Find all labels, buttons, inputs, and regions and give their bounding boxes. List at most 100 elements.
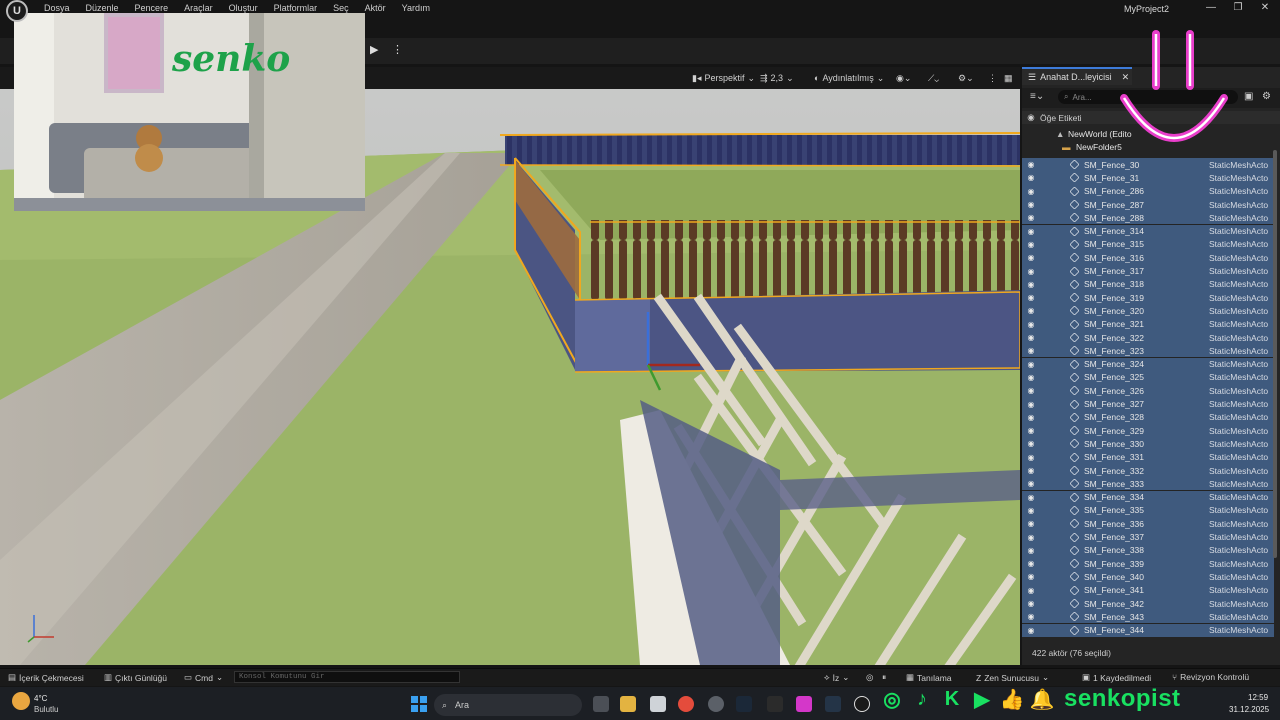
record-icon[interactable]: ◎: [866, 672, 873, 683]
visibility-eye-icon[interactable]: ◉: [1022, 173, 1040, 182]
visibility-eye-icon[interactable]: ◉: [1022, 572, 1040, 581]
outliner-tab[interactable]: ☰ Anahat D...leyicisi ✕: [1022, 67, 1132, 85]
outliner-row[interactable]: ◉ SM_Fence_343 StaticMeshActo: [1022, 610, 1274, 624]
visibility-eye-icon[interactable]: ◉: [1022, 267, 1040, 276]
outliner-row[interactable]: ◉ SM_Fence_340 StaticMeshActo: [1022, 570, 1274, 584]
unreal-logo-icon[interactable]: U: [6, 0, 28, 22]
outliner-row[interactable]: ◉ SM_Fence_287 StaticMeshActo: [1022, 197, 1274, 212]
github-icon[interactable]: [708, 696, 724, 712]
outliner-row[interactable]: ◉ SM_Fence_344 StaticMeshActo: [1022, 623, 1274, 637]
more-icon[interactable]: ⋮: [984, 70, 1001, 86]
outliner-row[interactable]: ◉ SM_Fence_338 StaticMeshActo: [1022, 543, 1274, 557]
visibility-eye-icon[interactable]: ◉: [1022, 493, 1040, 502]
outliner-row[interactable]: ◉ SM_Fence_331 StaticMeshActo: [1022, 450, 1274, 464]
outliner-row[interactable]: ◉ SM_Fence_324 StaticMeshActo: [1022, 357, 1274, 371]
outliner-row[interactable]: ◉ SM_Fence_323 StaticMeshActo: [1022, 344, 1274, 358]
outliner-row[interactable]: ◉ SM_Fence_327 StaticMeshActo: [1022, 397, 1274, 411]
menu-item-edit[interactable]: Düzenle: [86, 3, 119, 13]
visibility-eye-icon[interactable]: ◉: [1022, 426, 1040, 435]
visibility-eye-icon[interactable]: ◉: [1022, 240, 1040, 249]
visibility-eye-icon[interactable]: ◉: [1022, 479, 1040, 488]
menu-item-help[interactable]: Yardım: [402, 3, 430, 13]
show-dropdown[interactable]: ◉⌄: [892, 70, 915, 86]
outliner-row[interactable]: ◉ SM_Fence_330 StaticMeshActo: [1022, 437, 1274, 451]
task-view-icon[interactable]: [593, 696, 609, 712]
outliner-row[interactable]: ◉ SM_Fence_317 StaticMeshActo: [1022, 264, 1274, 278]
visibility-eye-icon[interactable]: ◉: [1022, 612, 1040, 621]
visibility-eye-icon[interactable]: ◉: [1022, 586, 1040, 595]
visibility-eye-icon[interactable]: ◉: [1022, 400, 1040, 409]
store-icon[interactable]: [650, 696, 666, 712]
app-icon[interactable]: [796, 696, 812, 712]
outliner-scrollbar[interactable]: [1273, 150, 1277, 558]
visibility-eye-icon[interactable]: ◉: [1022, 453, 1040, 462]
outliner-row[interactable]: ◉ SM_Fence_315 StaticMeshActo: [1022, 237, 1274, 252]
visibility-eye-icon[interactable]: ◉: [1022, 519, 1040, 528]
filter-icon[interactable]: ≡⌄: [1030, 91, 1044, 102]
visibility-eye-icon[interactable]: ◉: [1022, 160, 1040, 169]
unsaved-button[interactable]: ▣ 1 Kaydedilmedi: [1082, 672, 1151, 683]
visibility-eye-icon[interactable]: ◉: [1022, 506, 1040, 515]
console-input[interactable]: Konsol Komutunu Gir: [234, 671, 460, 683]
outliner-row[interactable]: ◉ SM_Fence_320 StaticMeshActo: [1022, 304, 1274, 318]
close-button[interactable]: ✕: [1258, 2, 1272, 13]
windows-start-icon[interactable]: [411, 696, 427, 712]
outliner-row[interactable]: ◉ SM_Fence_325 StaticMeshActo: [1022, 370, 1274, 385]
outliner-row[interactable]: ◉ SM_Fence_319 StaticMeshActo: [1022, 291, 1274, 305]
outliner-row[interactable]: ◉ SM_Fence_342 StaticMeshActo: [1022, 596, 1274, 611]
visibility-eye-icon[interactable]: ◉: [1022, 280, 1040, 289]
steam-icon[interactable]: [736, 696, 752, 712]
unreal-taskbar-icon[interactable]: [854, 696, 870, 712]
visibility-eye-icon[interactable]: ◉: [1022, 413, 1040, 422]
visibility-eye-icon[interactable]: ◉: [1022, 386, 1040, 395]
visibility-eye-icon[interactable]: ◉: [1022, 466, 1040, 475]
steam-app-icon[interactable]: [825, 696, 841, 712]
visibility-eye-icon[interactable]: ◉: [1022, 200, 1040, 209]
outliner-row[interactable]: ◉ SM_Fence_316 StaticMeshActo: [1022, 251, 1274, 265]
visibility-eye-icon[interactable]: ◉: [1022, 373, 1040, 382]
outliner-row[interactable]: ◉ SM_Fence_286 StaticMeshActo: [1022, 184, 1274, 198]
revision-control-button[interactable]: ⑂ Revizyon Kontrolü: [1172, 672, 1249, 682]
visibility-eye-icon[interactable]: ◉: [1022, 546, 1040, 555]
visibility-eye-icon[interactable]: ◉: [1022, 533, 1040, 542]
camera-speed-dropdown[interactable]: ⇶ 2,3 ⌄: [756, 70, 798, 86]
cmd-dropdown[interactable]: ▭ Cmd ⌄: [184, 672, 223, 683]
outliner-row[interactable]: ◉ SM_Fence_337 StaticMeshActo: [1022, 530, 1274, 544]
outliner-row[interactable]: ◉ SM_Fence_332 StaticMeshActo: [1022, 463, 1274, 478]
outliner-row[interactable]: ◉ SM_Fence_30 StaticMeshActo: [1022, 158, 1274, 172]
visibility-eye-icon[interactable]: ◉: [1022, 559, 1040, 568]
outliner-row[interactable]: ◉ SM_Fence_31 StaticMeshActo: [1022, 171, 1274, 185]
menu-item-build[interactable]: Oluştur: [229, 3, 258, 13]
derive-button[interactable]: ▦ Tanılama: [906, 672, 952, 683]
visibility-eye-icon[interactable]: ◉: [1022, 320, 1040, 329]
visibility-eye-icon[interactable]: ◉: [1022, 333, 1040, 342]
layout-icon[interactable]: ▦: [1000, 70, 1017, 86]
menu-item-select[interactable]: Seç: [333, 3, 349, 13]
outliner-row[interactable]: ◉ SM_Fence_321 StaticMeshActo: [1022, 317, 1274, 331]
zen-server-dropdown[interactable]: Z Zen Sunucusu ⌄: [976, 672, 1049, 683]
minimize-button[interactable]: —: [1204, 2, 1218, 13]
visibility-eye-icon[interactable]: ◉: [1022, 293, 1040, 302]
settings-dropdown[interactable]: ⚙⌄: [954, 70, 978, 86]
visibility-eye-icon[interactable]: ◉: [1022, 306, 1040, 315]
outliner-row[interactable]: ◉ SM_Fence_336 StaticMeshActo: [1022, 517, 1274, 531]
visibility-eye-icon[interactable]: ◉: [1022, 626, 1040, 635]
visibility-eye-icon[interactable]: ◉: [1022, 227, 1040, 236]
menu-item-actor[interactable]: Aktör: [365, 3, 386, 13]
epic-games-icon[interactable]: [767, 696, 783, 712]
trace-dropdown[interactable]: ⟡ İz ⌄: [824, 672, 849, 683]
outliner-row[interactable]: ◉ SM_Fence_322 StaticMeshActo: [1022, 330, 1274, 345]
outliner-row[interactable]: ◉ SM_Fence_333 StaticMeshActo: [1022, 477, 1274, 491]
visibility-eye-icon[interactable]: ◉: [1022, 213, 1040, 222]
file-explorer-icon[interactable]: [620, 696, 636, 712]
output-log-button[interactable]: ▥ Çıktı Günlüğü: [104, 672, 167, 683]
taskbar-search[interactable]: ⌕ Ara: [434, 694, 582, 716]
outliner-row[interactable]: ◉ SM_Fence_335 StaticMeshActo: [1022, 503, 1274, 518]
visibility-eye-icon[interactable]: ◉: [1022, 599, 1040, 608]
visibility-eye-icon[interactable]: ◉: [1022, 346, 1040, 355]
visibility-eye-icon[interactable]: ◉: [1022, 253, 1040, 262]
more-options-icon[interactable]: ⋮: [392, 43, 403, 56]
visibility-eye-icon[interactable]: ◉: [1022, 439, 1040, 448]
outliner-row[interactable]: ◉ SM_Fence_334 StaticMeshActo: [1022, 490, 1274, 504]
perspective-dropdown[interactable]: ▮◂ Perspektif ⌄: [688, 70, 759, 86]
